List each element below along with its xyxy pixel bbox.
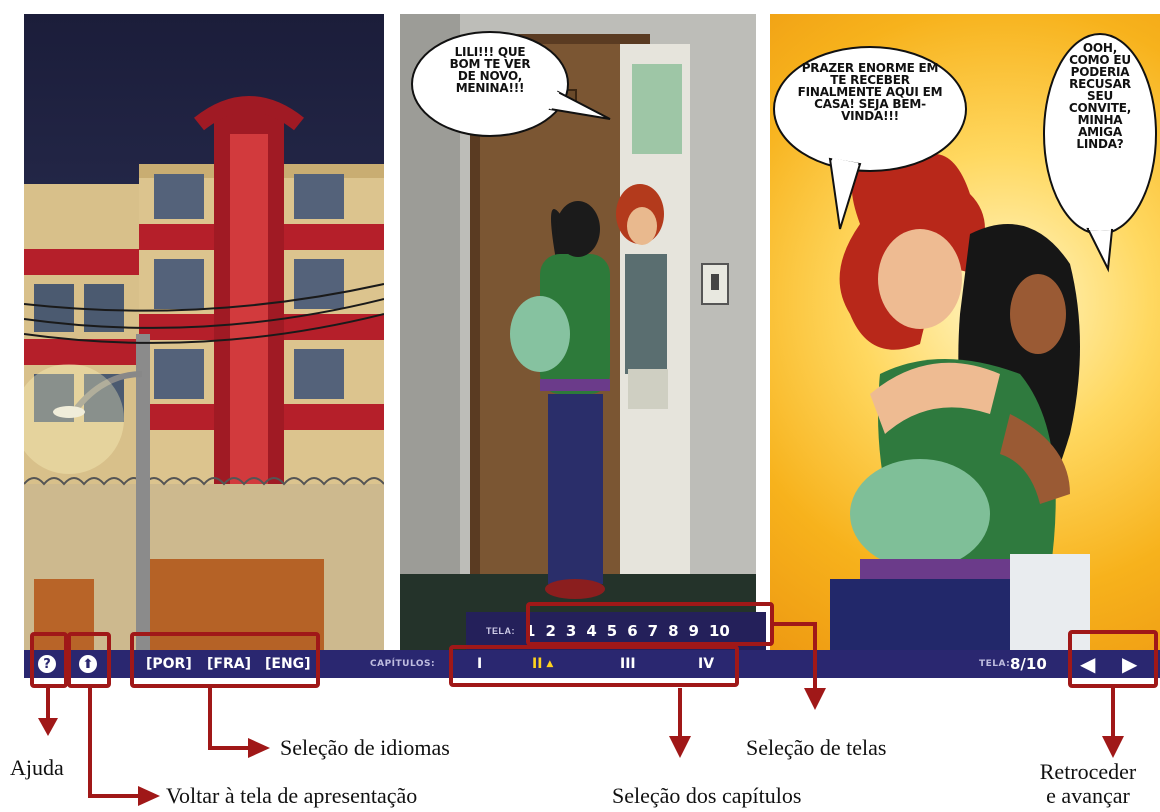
caption-help: Ajuda — [10, 755, 64, 780]
caption-screens: Seleção de telas — [746, 735, 887, 760]
caption-chapters: Seleção dos capítulos — [612, 783, 802, 808]
annotation-arrows — [38, 622, 1124, 806]
caption-navigation: Retroceder e avançar — [1039, 759, 1137, 808]
caption-languages: Seleção de idiomas — [280, 735, 450, 760]
caption-home: Voltar à tela de apresentação — [166, 783, 418, 808]
